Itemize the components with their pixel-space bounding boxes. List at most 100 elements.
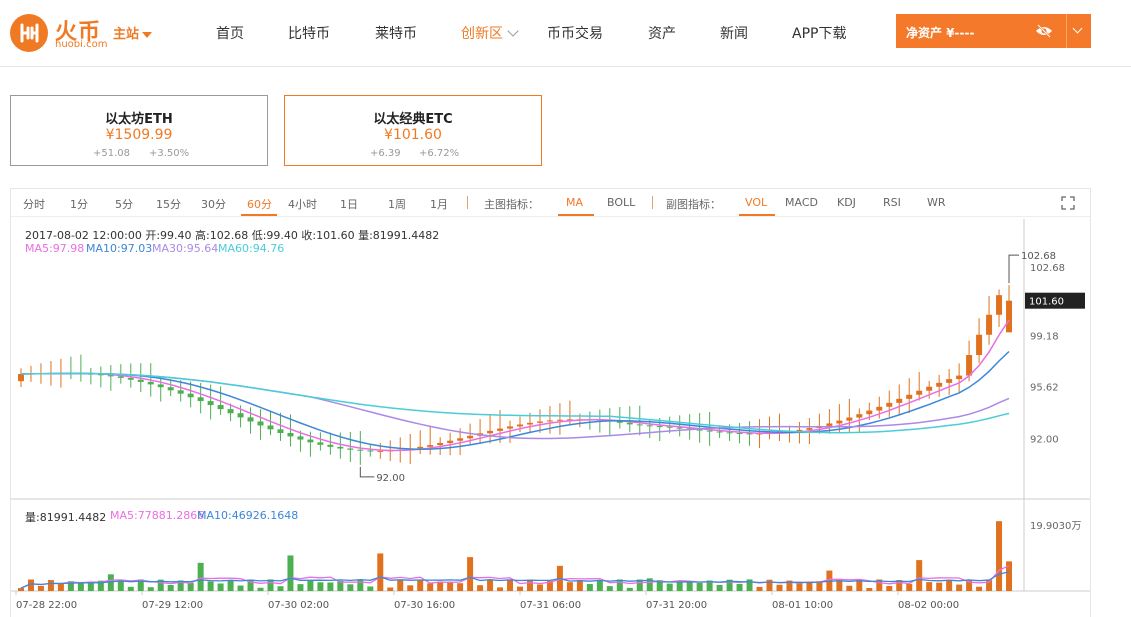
- candle-body: [916, 390, 923, 395]
- candle-body: [137, 379, 144, 382]
- volume-bar: [347, 584, 354, 591]
- coin-change-percent: +6.72%: [419, 148, 460, 159]
- candle-body: [976, 334, 983, 356]
- candle-body: [147, 381, 154, 385]
- site-switcher[interactable]: 主站: [113, 23, 153, 42]
- candle-body: [896, 398, 903, 403]
- assets-dropdown-button[interactable]: [1066, 14, 1091, 48]
- candle-body: [546, 420, 553, 422]
- candle-body: [297, 436, 304, 440]
- eye-hidden-icon[interactable]: [1035, 24, 1053, 38]
- candle-body: [706, 430, 713, 432]
- candle-body: [806, 428, 813, 430]
- volume-bar: [367, 586, 374, 591]
- candle-body: [526, 422, 533, 425]
- volume-bar: [227, 580, 234, 591]
- coin-change: +51.08: [93, 148, 131, 159]
- candle-body: [167, 387, 174, 391]
- candle-body: [227, 409, 234, 414]
- volume-bar: [886, 585, 893, 591]
- volume-bar: [676, 581, 683, 591]
- candle-body: [18, 374, 24, 382]
- candle-body: [127, 377, 134, 380]
- volume-bar: [197, 562, 204, 591]
- nav-item-2[interactable]: 莱特币: [375, 23, 417, 43]
- candle-body: [157, 384, 164, 388]
- candle-body: [277, 429, 284, 434]
- candle-body: [906, 394, 913, 399]
- nav-item-5[interactable]: 资产: [648, 23, 676, 43]
- candle-body: [866, 410, 873, 415]
- nav-item-7[interactable]: APP下载: [792, 23, 846, 43]
- volume-bar: [866, 587, 873, 591]
- coin-card-etc[interactable]: 以太经典ETC ¥101.60 +6.39 +6.72%: [284, 95, 542, 166]
- volume-bar: [477, 585, 484, 591]
- price-tick-label: 99.18: [1030, 331, 1059, 342]
- volume-bar: [696, 582, 703, 591]
- nav-item-4[interactable]: 币币交易: [547, 23, 603, 43]
- last-price-label: 101.60: [1029, 297, 1064, 308]
- candle-body: [307, 439, 314, 443]
- chevron-down-icon: [507, 25, 519, 37]
- volume-bar: [37, 585, 44, 591]
- candle-body: [457, 438, 464, 441]
- nav-item-3[interactable]: 创新区: [461, 23, 519, 43]
- volume-bar: [586, 584, 593, 591]
- volume-bar: [916, 560, 923, 591]
- huobi-logo-icon[interactable]: [10, 14, 48, 52]
- candle-body: [317, 442, 324, 445]
- volume-bar: [626, 587, 633, 591]
- volume-bar: [387, 587, 394, 591]
- candle-body: [327, 444, 334, 447]
- nav-item-label: APP下载: [792, 26, 847, 42]
- volume-bar: [976, 586, 983, 591]
- nav-item-6[interactable]: 新闻: [720, 23, 748, 43]
- volume-bar: [327, 582, 334, 591]
- price-tick-label: 95.62: [1030, 383, 1059, 394]
- candle-body: [377, 450, 384, 452]
- nav-item-label: 莱特币: [375, 26, 417, 42]
- price-tick-label: 92.00: [1030, 435, 1059, 446]
- candle-body: [556, 419, 563, 421]
- volume-bar: [267, 579, 274, 591]
- candle-body: [996, 295, 1003, 315]
- volume-bar: [507, 579, 514, 591]
- time-tick-label: 07-31 06:00: [520, 600, 581, 611]
- volume-bar: [297, 584, 304, 591]
- candle-body: [217, 405, 224, 410]
- volume-bar: [207, 581, 214, 591]
- candle-body: [187, 393, 194, 398]
- caret-down-icon: [142, 31, 153, 38]
- volume-bar: [736, 583, 743, 591]
- volume-bar: [846, 585, 853, 591]
- candle-body: [876, 406, 883, 411]
- volume-bar: [986, 579, 993, 591]
- net-assets-button[interactable]: 净资产 ¥----: [896, 14, 1066, 48]
- coin-card-eth[interactable]: 以太坊ETH ¥1509.99 +51.08 +3.50%: [10, 95, 268, 166]
- candle-body: [447, 440, 454, 443]
- candle-body: [936, 382, 943, 387]
- nav-item-0[interactable]: 首页: [216, 23, 244, 43]
- nav-item-1[interactable]: 比特币: [288, 23, 330, 43]
- low-callout-label: 92.00: [376, 473, 405, 484]
- ma5-line: [20, 319, 1010, 452]
- candle-body: [726, 432, 733, 434]
- volume-bar: [127, 586, 134, 591]
- volume-bar: [257, 587, 264, 591]
- volume-bar: [47, 580, 54, 591]
- volume-bar: [437, 581, 444, 591]
- kline-chart[interactable]: 99.18 95.62 92.00 102.68102.68 101.60 92.00 19…: [11, 189, 1090, 617]
- volume-bar: [417, 580, 424, 591]
- candle-body: [247, 417, 254, 422]
- candle-body: [427, 445, 434, 447]
- coin-name: 以太坊ETH: [105, 112, 173, 127]
- volume-bar: [926, 582, 933, 591]
- time-tick-label: 08-01 10:00: [772, 600, 833, 611]
- time-tick-label: 07-28 22:00: [16, 600, 77, 611]
- candle-body: [207, 401, 214, 406]
- candle-body: [437, 442, 444, 446]
- candle-body: [197, 397, 204, 402]
- volume-bar: [576, 581, 583, 591]
- candle-body: [267, 425, 274, 430]
- time-tick-label: 08-02 00:00: [898, 600, 959, 611]
